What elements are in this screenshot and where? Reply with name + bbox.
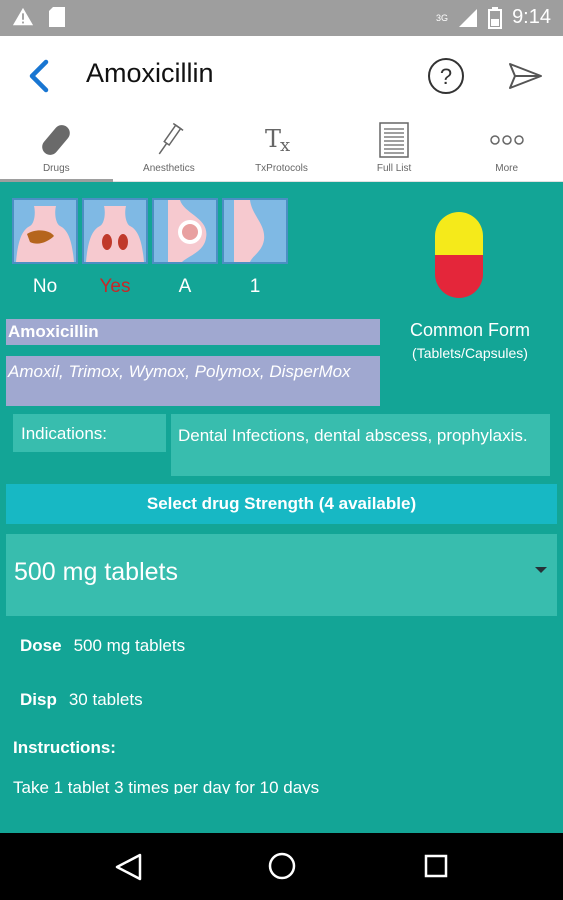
nav-back-icon[interactable] [114, 853, 144, 881]
sd-card-icon [49, 7, 65, 27]
kidney-icon[interactable] [82, 198, 148, 264]
brand-names: Amoxil, Trimox, Wymox, Polymox, DisperMo… [6, 356, 380, 406]
tab-label: Anesthetics [143, 163, 195, 174]
nav-home-icon[interactable] [267, 851, 297, 881]
tab-anesthetics[interactable]: Anesthetics [113, 116, 226, 181]
tab-txprotocols[interactable]: Tx TxProtocols [225, 116, 338, 181]
svg-text:T: T [265, 125, 281, 153]
kidney-risk-label: Yes [99, 276, 131, 297]
drug-name: Amoxicillin [6, 319, 380, 345]
risk-labels: No Yes A 1 [12, 276, 288, 298]
dose-value: 500 mg tablets [73, 636, 186, 655]
tab-label: TxProtocols [255, 163, 308, 174]
tab-more[interactable]: More [450, 116, 563, 181]
status-bar: 3G 9:14 [0, 0, 563, 36]
status-time: 9:14 [512, 6, 551, 28]
svg-text:?: ? [440, 64, 452, 89]
strength-dropdown[interactable]: 500 mg tablets [6, 534, 557, 616]
send-icon[interactable] [505, 56, 545, 96]
strength-selected: 500 mg tablets [14, 558, 178, 586]
app-bar: Amoxicillin ? [0, 36, 563, 116]
disp-label: Disp [20, 690, 57, 709]
common-form-label: Common Form [409, 320, 530, 340]
liver-risk-label: No [32, 276, 58, 297]
svg-text:x: x [280, 135, 290, 156]
indications-value: Dental Infections, dental abscess, proph… [171, 414, 550, 476]
disp-value: 30 tablets [68, 690, 143, 709]
back-arrow-icon[interactable] [22, 56, 62, 96]
warning-icon [12, 7, 34, 26]
page-title: Amoxicillin [86, 58, 214, 88]
liver-icon[interactable] [12, 198, 78, 264]
nav-recents-icon[interactable] [424, 854, 448, 878]
dose-label: Dose [20, 636, 62, 655]
breastfeeding-risk-label: 1 [249, 276, 261, 297]
help-icon[interactable]: ? [426, 56, 466, 96]
risk-icons [12, 198, 288, 264]
breastfeeding-icon[interactable] [222, 198, 288, 264]
common-form: Common Form (Tablets/Capsules) [390, 320, 550, 361]
indications-label: Indications: [13, 414, 166, 452]
dose-row: Dose 500 mg tablets [20, 636, 185, 656]
more-dots-icon [489, 135, 524, 145]
drug-detail-panel: No Yes A 1 Common Form (Tablets/Capsules… [0, 182, 563, 833]
instructions-label: Instructions: [13, 738, 116, 757]
tab-full-list[interactable]: Full List [338, 116, 451, 181]
tab-bar: Drugs Anesthetics Tx TxProtocols Full Li… [0, 116, 563, 182]
capsule-form-icon [435, 212, 483, 298]
capsule-icon [42, 125, 71, 155]
battery-icon [488, 6, 503, 29]
signal-icon [459, 8, 478, 27]
dropdown-arrow-icon [535, 567, 547, 573]
pregnancy-risk-label: A [178, 276, 192, 297]
syringe-icon [158, 122, 184, 155]
disp-row: Disp 30 tablets [20, 690, 143, 710]
network-type: 3G [436, 12, 449, 23]
tab-label: Drugs [42, 163, 70, 174]
pregnancy-icon[interactable] [152, 198, 218, 264]
tab-label: Full List [376, 163, 412, 174]
tab-label: More [495, 163, 519, 174]
common-form-value: (Tablets/Capsules) [412, 345, 528, 361]
tab-drugs[interactable]: Drugs [0, 116, 113, 182]
instructions-text: Take 1 tablet 3 times per day for 10 day… [13, 778, 320, 794]
select-strength-button[interactable]: Select drug Strength (4 available) [6, 484, 557, 524]
list-icon [379, 122, 409, 158]
tx-icon: Tx [265, 125, 290, 156]
navigation-bar [0, 833, 563, 900]
